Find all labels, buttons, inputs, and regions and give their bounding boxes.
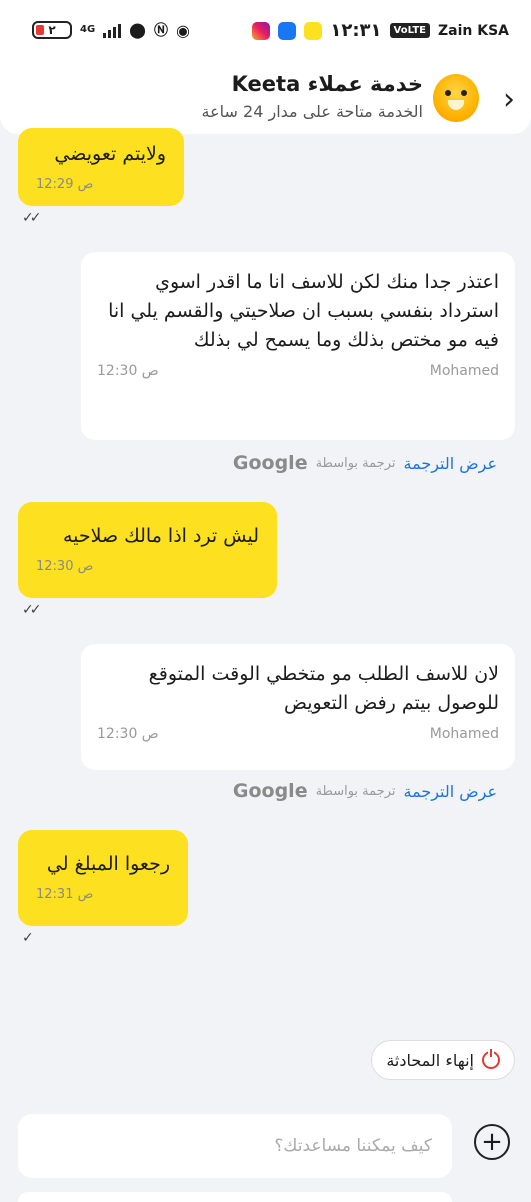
user-message: ليش ترد اذا مالك صلاحيه 12:30 ص (18, 502, 277, 598)
show-translation-link[interactable]: عرض الترجمة (404, 454, 498, 473)
translated-by-label: ترجمة بواسطة (315, 783, 396, 799)
clock: ١٢:٣١ (330, 20, 382, 41)
message-time: 12:31 ص (36, 887, 94, 902)
chat-title: خدمة عملاء Keeta (231, 72, 423, 96)
message-text: ليش ترد اذا مالك صلاحيه (62, 525, 259, 547)
add-attachment-icon[interactable]: + (474, 1124, 510, 1160)
google-logo: Google (232, 780, 308, 802)
user-message: رجعوا المبلغ لي 12:31 ص (18, 830, 188, 926)
message-text: اعتذر جدا منك لكن للاسف انا ما اقدر اسوي… (108, 271, 499, 351)
battery-icon: ٢ (32, 21, 72, 39)
nfc-icon: Ⓝ (153, 23, 168, 39)
message-time: 12:30 ص (36, 559, 94, 574)
agent-message: لان للاسف الطلب مو متخطي الوقت المتوقع ل… (81, 644, 515, 770)
user-message: ولايتم تعويضي 12:29 ص (18, 128, 184, 206)
volte-badge: VoLTE (389, 23, 430, 38)
translated-by-label: ترجمة بواسطة (315, 455, 396, 471)
show-translation-link[interactable]: عرض الترجمة (404, 782, 498, 801)
message-input-container (18, 1114, 452, 1178)
sender-name: Mohamed (429, 726, 499, 742)
agent-avatar (433, 74, 479, 122)
message-input[interactable] (36, 1135, 434, 1157)
message-time: 12:30 ص (97, 363, 159, 379)
network-type: 4G (80, 24, 96, 35)
message-text: ولايتم تعويضي (54, 143, 166, 165)
power-icon (482, 1049, 500, 1069)
end-chat-button[interactable]: إنهاء المحادثة (371, 1040, 515, 1080)
instagram-icon (252, 21, 271, 40)
status-bar: ٢ 4G ⬤ Ⓝ ◉ ١٢:٣١ VoLTE Zain KSA (0, 0, 531, 64)
chat-header: › خدمة عملاء Keeta الخدمة متاحة على مدار… (0, 64, 531, 134)
message-time: 12:29 ص (36, 177, 94, 192)
agent-message: اعتذر جدا منك لكن للاسف انا ما اقدر اسوي… (81, 252, 515, 440)
sender-name: Mohamed (429, 363, 499, 379)
keeta-icon (304, 21, 323, 40)
signal-icon (103, 22, 122, 38)
google-logo: Google (232, 452, 308, 474)
end-chat-label: إنهاء المحادثة (386, 1050, 474, 1070)
message-time: 12:30 ص (97, 726, 159, 742)
message-text: لان للاسف الطلب مو متخطي الوقت المتوقع ل… (148, 663, 499, 714)
back-chevron-icon[interactable]: › (503, 82, 515, 117)
translation-row: عرض الترجمة ترجمة بواسطة Google (233, 452, 497, 474)
bottom-panel-edge (18, 1192, 452, 1202)
read-check-icon: ✓✓ (22, 210, 42, 226)
location-icon: ⬤ (129, 21, 146, 39)
eye-icon: ◉ (175, 20, 190, 40)
read-check-icon: ✓✓ (22, 602, 42, 618)
carrier-name: Zain KSA (437, 22, 509, 39)
translation-row: عرض الترجمة ترجمة بواسطة Google (233, 780, 497, 802)
facebook-icon (278, 21, 297, 40)
sent-check-icon: ✓ (22, 930, 34, 946)
message-text: رجعوا المبلغ لي (46, 853, 170, 875)
chat-subtitle: الخدمة متاحة على مدار 24 ساعة (201, 102, 423, 121)
